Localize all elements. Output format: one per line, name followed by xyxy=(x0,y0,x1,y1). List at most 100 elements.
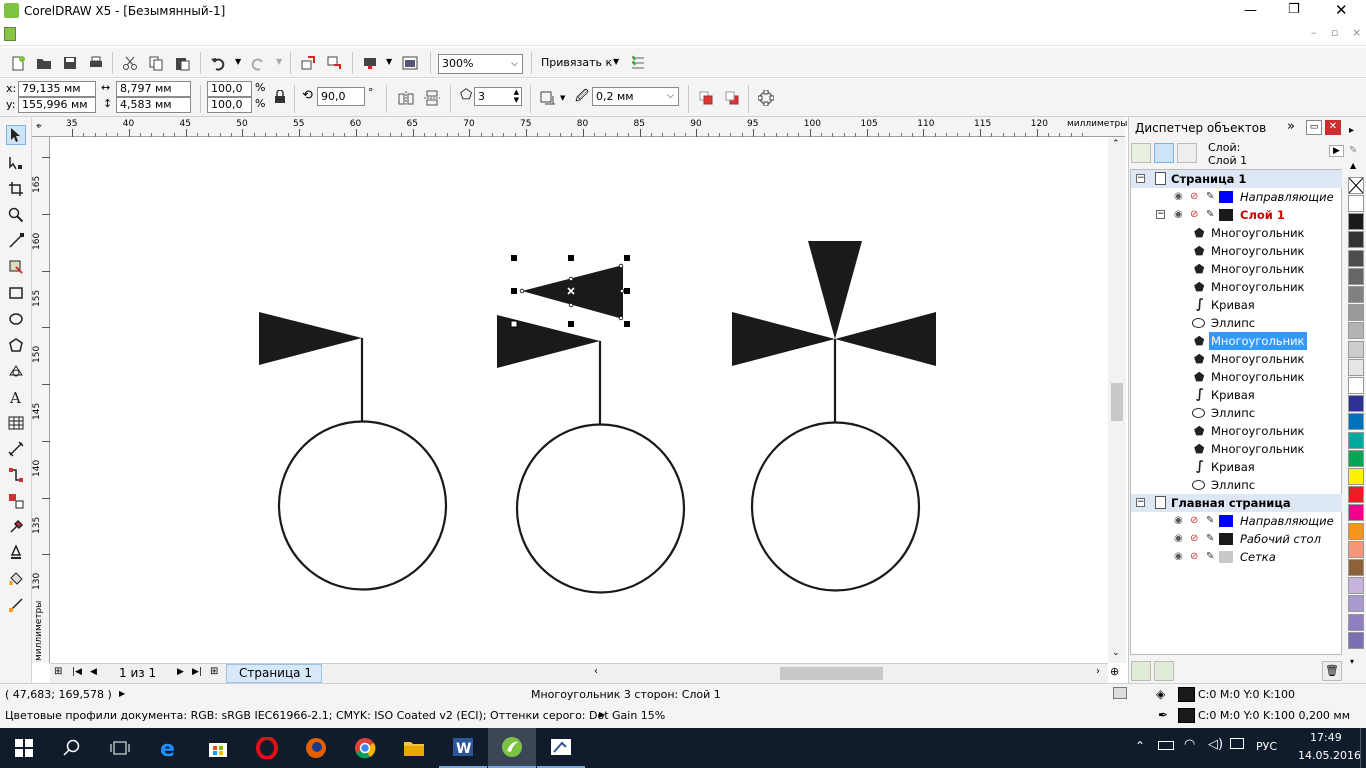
tree-layer[interactable]: ◉ ⊘ ✎ Направляющие xyxy=(1131,512,1342,530)
action-center-icon[interactable] xyxy=(1360,728,1366,768)
tree-object[interactable]: ⬟ Многоугольник xyxy=(1131,332,1342,350)
paint-app-icon[interactable] xyxy=(537,728,585,768)
color-swatch[interactable] xyxy=(1348,231,1364,249)
first-page-icon[interactable]: |◀ xyxy=(72,667,82,677)
mirror-horizontal-icon[interactable] xyxy=(396,88,416,108)
tree-object[interactable]: ⬟ Многоугольник xyxy=(1131,242,1342,260)
outline-width-select[interactable]: 0,2 мм ⌵ xyxy=(592,87,679,106)
paste-icon[interactable] xyxy=(172,53,192,73)
triangle-top[interactable] xyxy=(808,241,862,339)
edit-pencil-icon[interactable]: ✎ xyxy=(1206,188,1214,206)
new-layer-icon[interactable] xyxy=(1131,661,1151,681)
palette-scroll-up-icon[interactable]: ▲ xyxy=(1350,161,1356,170)
view-mode-icon[interactable] xyxy=(1113,687,1127,699)
color-swatch[interactable] xyxy=(1348,431,1364,449)
battery-icon[interactable] xyxy=(1158,741,1174,750)
doc-close-icon[interactable]: × xyxy=(1352,26,1361,39)
tree-layer[interactable]: − ◉ ⊘ ✎ Слой 1 xyxy=(1131,206,1342,224)
redo-dropdown-icon[interactable]: ▼ xyxy=(276,57,282,66)
layer-manager-view-icon[interactable] xyxy=(1177,143,1197,163)
collapse-icon[interactable]: − xyxy=(1136,174,1145,183)
last-page-icon[interactable]: ▶| xyxy=(192,667,202,677)
circle-3[interactable] xyxy=(750,421,921,592)
print-disabled-icon[interactable]: ⊘ xyxy=(1190,206,1198,224)
edit-pencil-icon[interactable]: ✎ xyxy=(1206,512,1214,530)
polygon-tool-icon[interactable] xyxy=(6,335,26,355)
welcome-screen-icon[interactable] xyxy=(400,53,420,73)
copy-icon[interactable] xyxy=(146,53,166,73)
docker-menu-icon[interactable]: ▶ xyxy=(1329,145,1344,157)
docker-minimize-icon[interactable]: ▭ xyxy=(1306,120,1322,135)
eye-icon[interactable]: ◉ xyxy=(1174,530,1183,548)
color-swatch[interactable] xyxy=(1348,468,1364,485)
wrap-text-icon[interactable] xyxy=(538,88,558,108)
tree-object[interactable]: ⬟ Многоугольник xyxy=(1131,440,1342,458)
eyedropper-tool-icon[interactable] xyxy=(6,517,26,537)
print-icon[interactable] xyxy=(86,53,106,73)
wifi-icon[interactable]: ◠ xyxy=(1184,737,1195,752)
maximize-icon[interactable]: ❐ xyxy=(1288,2,1300,17)
scroll-left-icon[interactable]: ‹ xyxy=(594,666,598,677)
options-icon[interactable] xyxy=(628,53,648,73)
edit-pencil-icon[interactable]: ✎ xyxy=(1206,530,1214,548)
fill-color-swatch[interactable] xyxy=(1178,687,1195,702)
x-position-field[interactable]: 79,135 мм xyxy=(18,81,96,97)
color-swatch[interactable] xyxy=(1348,631,1364,649)
edit-across-layers-icon[interactable] xyxy=(1154,143,1174,163)
eye-icon[interactable]: ◉ xyxy=(1174,188,1183,206)
drawing-canvas[interactable] xyxy=(50,137,1108,663)
new-document-icon[interactable] xyxy=(8,53,28,73)
fill-tool-icon[interactable] xyxy=(6,569,26,589)
table-tool-icon[interactable] xyxy=(6,413,26,433)
windows-start-icon[interactable] xyxy=(0,728,48,768)
color-swatch[interactable] xyxy=(1348,449,1364,467)
chrome-icon[interactable] xyxy=(341,728,389,768)
y-position-field[interactable]: 155,996 мм xyxy=(18,97,96,113)
zoom-tool-icon[interactable] xyxy=(6,205,26,225)
color-profiles-info[interactable]: Цветовые профили документа: RGB: sRGB IE… xyxy=(5,709,665,722)
zoom-level-select[interactable]: 300% ⌵ xyxy=(438,54,523,74)
collapse-icon[interactable]: − xyxy=(1136,498,1145,507)
tree-object[interactable]: ∫ Кривая xyxy=(1131,458,1342,476)
next-page-icon[interactable]: ▶ xyxy=(177,667,184,677)
vertical-scroll-thumb[interactable] xyxy=(1111,383,1123,421)
color-swatch[interactable] xyxy=(1348,267,1364,285)
color-swatch[interactable] xyxy=(1348,613,1364,631)
color-swatch[interactable] xyxy=(1348,358,1364,376)
polygon-sides-field[interactable]: 3 ▲ ▼ xyxy=(474,87,522,106)
interactive-fill-tool-icon[interactable] xyxy=(6,595,26,615)
pick-tool-icon[interactable] xyxy=(6,125,26,145)
outline-tool-icon[interactable] xyxy=(6,543,26,563)
tree-object[interactable]: ⬟ Многоугольник xyxy=(1131,422,1342,440)
add-page-after-icon[interactable]: ⊞ xyxy=(210,666,218,677)
export-icon[interactable] xyxy=(324,53,344,73)
color-profiles-expand-icon[interactable]: ▶ xyxy=(599,710,605,719)
edge-icon[interactable]: e xyxy=(146,728,194,768)
snap-dropdown-icon[interactable]: ▼ xyxy=(613,57,619,66)
lock-ratio-icon[interactable] xyxy=(270,87,290,107)
scroll-up-icon[interactable]: ⌃ xyxy=(1112,139,1120,149)
tree-object[interactable]: Эллипс xyxy=(1131,314,1342,332)
color-swatch[interactable] xyxy=(1348,413,1364,431)
opera-icon[interactable] xyxy=(243,728,291,768)
color-swatch[interactable] xyxy=(1348,304,1364,322)
tree-object[interactable]: ⬟ Многоугольник xyxy=(1131,224,1342,242)
tree-object[interactable]: ⬟ Многоугольник xyxy=(1131,368,1342,386)
cut-icon[interactable] xyxy=(120,53,140,73)
language-indicator[interactable]: РУС xyxy=(1256,740,1277,753)
tree-object[interactable]: ⬟ Многоугольник xyxy=(1131,350,1342,368)
color-swatch[interactable] xyxy=(1348,195,1364,212)
close-icon[interactable]: ✕ xyxy=(1335,1,1348,19)
clock-date[interactable]: 14.05.2016 xyxy=(1298,749,1361,762)
rotation-angle-field[interactable]: 90,0 xyxy=(317,87,365,106)
color-swatch[interactable] xyxy=(1348,540,1364,558)
docker-expand-icon[interactable]: » xyxy=(1287,119,1295,134)
color-swatch[interactable] xyxy=(1348,286,1364,303)
coreldraw-icon[interactable] xyxy=(488,728,536,768)
eye-icon[interactable]: ◉ xyxy=(1174,206,1183,224)
color-swatch[interactable] xyxy=(1348,395,1364,413)
color-swatch[interactable] xyxy=(1348,595,1364,613)
edit-pencil-icon[interactable]: ✎ xyxy=(1206,548,1214,566)
undo-dropdown-icon[interactable]: ▼ xyxy=(235,57,241,66)
tree-layer[interactable]: ◉ ⊘ ✎ Рабочий стол xyxy=(1131,530,1342,548)
